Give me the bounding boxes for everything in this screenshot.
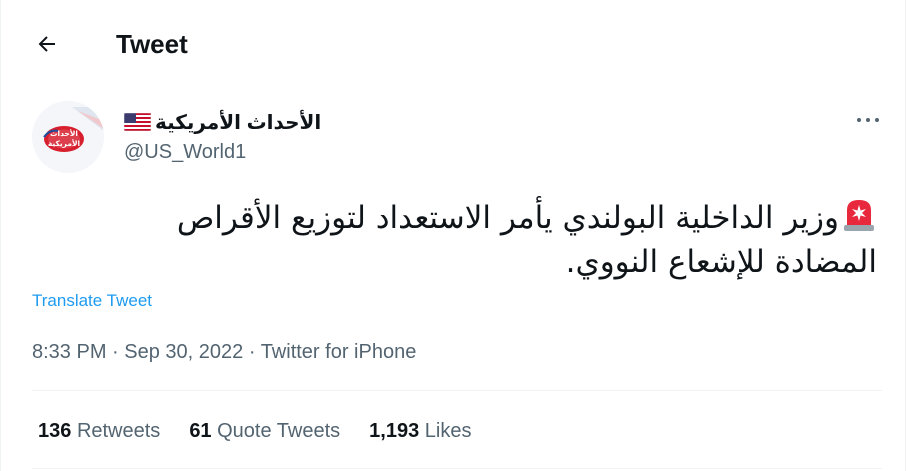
author-display-name: الأحداث الأمريكية xyxy=(155,111,322,134)
meta-separator: · xyxy=(106,341,125,363)
us-flag-icon xyxy=(124,113,151,131)
page-title: Tweet xyxy=(116,29,188,59)
meta-separator: · xyxy=(243,341,261,363)
retweets-count: 136 xyxy=(38,420,72,442)
quote-tweets-label: Quote Tweets xyxy=(217,420,341,442)
arrow-left-icon xyxy=(38,36,55,52)
author-handle[interactable]: @US_World1 xyxy=(124,140,246,164)
tweet-date[interactable]: Sep 30, 2022 xyxy=(124,341,243,363)
divider xyxy=(32,468,882,469)
retweets-label: Retweets xyxy=(76,420,161,442)
svg-text:الأمريكية: الأمريكية xyxy=(48,139,80,148)
tweet-time[interactable]: 8:33 PM xyxy=(32,341,106,363)
likes-stat[interactable]: 1,193 Likes xyxy=(369,418,471,444)
back-button[interactable] xyxy=(29,26,65,62)
tweet-text: وزير الداخلية البولندي يأمر الاستعداد لت… xyxy=(97,196,877,284)
translate-tweet-link[interactable]: Translate Tweet xyxy=(32,290,152,312)
tweet-body: وزير الداخلية البولندي يأمر الاستعداد لت… xyxy=(176,200,877,280)
divider xyxy=(32,390,882,391)
avatar[interactable]: الأحداث الأمريكية xyxy=(32,101,104,173)
more-options-button[interactable] xyxy=(853,108,883,132)
rotating-light-icon xyxy=(844,200,874,231)
likes-count: 1,193 xyxy=(369,420,420,442)
author-name-row[interactable]: الأحداث الأمريكية xyxy=(124,108,321,136)
page-header: Tweet xyxy=(1,0,907,88)
quote-tweets-stat[interactable]: 61 Quote Tweets xyxy=(189,418,340,444)
quote-tweets-count: 61 xyxy=(189,420,212,442)
tweet-stats: 136 Retweets 61 Quote Tweets 1,193 Likes xyxy=(38,418,472,444)
likes-label: Likes xyxy=(424,420,472,442)
retweets-stat[interactable]: 136 Retweets xyxy=(38,418,160,444)
tweet-source[interactable]: Twitter for iPhone xyxy=(261,341,417,363)
avatar-logo: الأحداث الأمريكية xyxy=(32,101,104,173)
more-horizontal-icon xyxy=(857,118,879,122)
tweet-meta: 8:33 PM · Sep 30, 2022 · Twitter for iPh… xyxy=(32,339,416,365)
tweet-detail-page: Tweet الأحداث الأمريكية الأحداث الأمريكي… xyxy=(0,0,906,471)
